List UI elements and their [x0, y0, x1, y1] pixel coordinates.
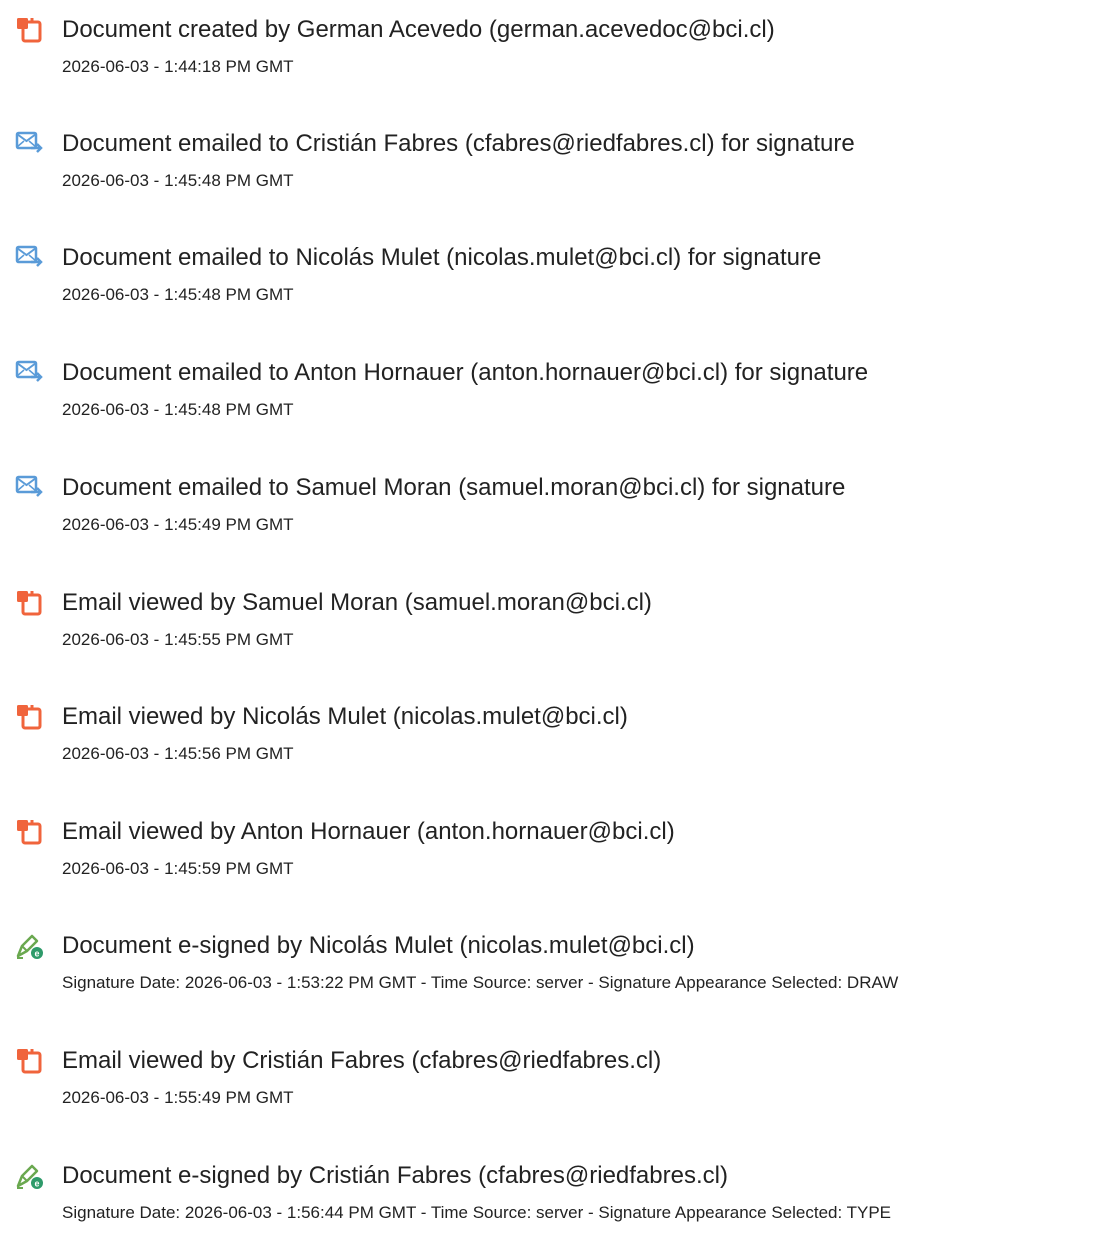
audit-event: Document created by German Acevedo (germ…	[0, 14, 1113, 114]
e-sign-icon: e	[14, 932, 44, 960]
email-sent-icon	[14, 359, 44, 387]
event-timestamp: 2026-06-03 - 1:44:18 PM GMT	[62, 57, 294, 76]
svg-text:e: e	[34, 1179, 39, 1189]
event-timestamp: 2026-06-03 - 1:55:49 PM GMT	[62, 1088, 294, 1107]
audit-event: Document emailed to Samuel Moran (samuel…	[0, 472, 1113, 572]
svg-text:e: e	[34, 949, 39, 959]
event-timestamp: 2026-06-03 - 1:45:49 PM GMT	[62, 515, 294, 534]
email-viewed-icon	[14, 703, 44, 731]
email-viewed-icon	[14, 1047, 44, 1075]
event-timestamp: 2026-06-03 - 1:45:48 PM GMT	[62, 171, 294, 190]
email-viewed-icon	[14, 818, 44, 846]
audit-event: e Document e-signed by Nicolás Mulet (ni…	[0, 930, 1113, 1030]
event-title: Document emailed to Samuel Moran (samuel…	[62, 474, 846, 501]
event-title: Email viewed by Samuel Moran (samuel.mor…	[62, 589, 652, 616]
event-title: Email viewed by Nicolás Mulet (nicolas.m…	[62, 703, 628, 730]
event-timestamp: 2026-06-03 - 1:45:56 PM GMT	[62, 744, 294, 763]
event-timestamp: 2026-06-03 - 1:45:48 PM GMT	[62, 400, 294, 419]
event-timestamp: 2026-06-03 - 1:45:55 PM GMT	[62, 630, 294, 649]
audit-event: Document emailed to Nicolás Mulet (nicol…	[0, 242, 1113, 342]
audit-event: e Document e-signed by Cristián Fabres (…	[0, 1160, 1113, 1260]
event-title: Document emailed to Cristián Fabres (cfa…	[62, 130, 855, 157]
email-sent-icon	[14, 244, 44, 272]
document-created-icon	[14, 16, 44, 44]
event-signature-details: Signature Date: 2026-06-03 - 1:56:44 PM …	[62, 1203, 892, 1222]
event-signature-details: Signature Date: 2026-06-03 - 1:53:22 PM …	[62, 973, 899, 992]
e-sign-icon: e	[14, 1162, 44, 1190]
event-timestamp: 2026-06-03 - 1:45:48 PM GMT	[62, 285, 294, 304]
email-sent-icon	[14, 130, 44, 158]
event-title: Document e-signed by Cristián Fabres (cf…	[62, 1162, 728, 1189]
event-timestamp: 2026-06-03 - 1:45:59 PM GMT	[62, 859, 294, 878]
audit-event: Document emailed to Anton Hornauer (anto…	[0, 357, 1113, 457]
event-title: Document e-signed by Nicolás Mulet (nico…	[62, 932, 695, 959]
audit-event: Email viewed by Nicolás Mulet (nicolas.m…	[0, 701, 1113, 801]
audit-event: Email viewed by Anton Hornauer (anton.ho…	[0, 816, 1113, 916]
event-title: Document emailed to Nicolás Mulet (nicol…	[62, 244, 822, 271]
email-sent-icon	[14, 474, 44, 502]
audit-event: Email viewed by Samuel Moran (samuel.mor…	[0, 587, 1113, 687]
audit-event: Document emailed to Cristián Fabres (cfa…	[0, 128, 1113, 228]
email-viewed-icon	[14, 589, 44, 617]
event-title: Document created by German Acevedo (germ…	[62, 16, 775, 43]
event-title: Email viewed by Cristián Fabres (cfabres…	[62, 1047, 662, 1074]
audit-event: Email viewed by Cristián Fabres (cfabres…	[0, 1045, 1113, 1145]
event-title: Email viewed by Anton Hornauer (anton.ho…	[62, 818, 675, 845]
event-title: Document emailed to Anton Hornauer (anto…	[62, 359, 869, 386]
